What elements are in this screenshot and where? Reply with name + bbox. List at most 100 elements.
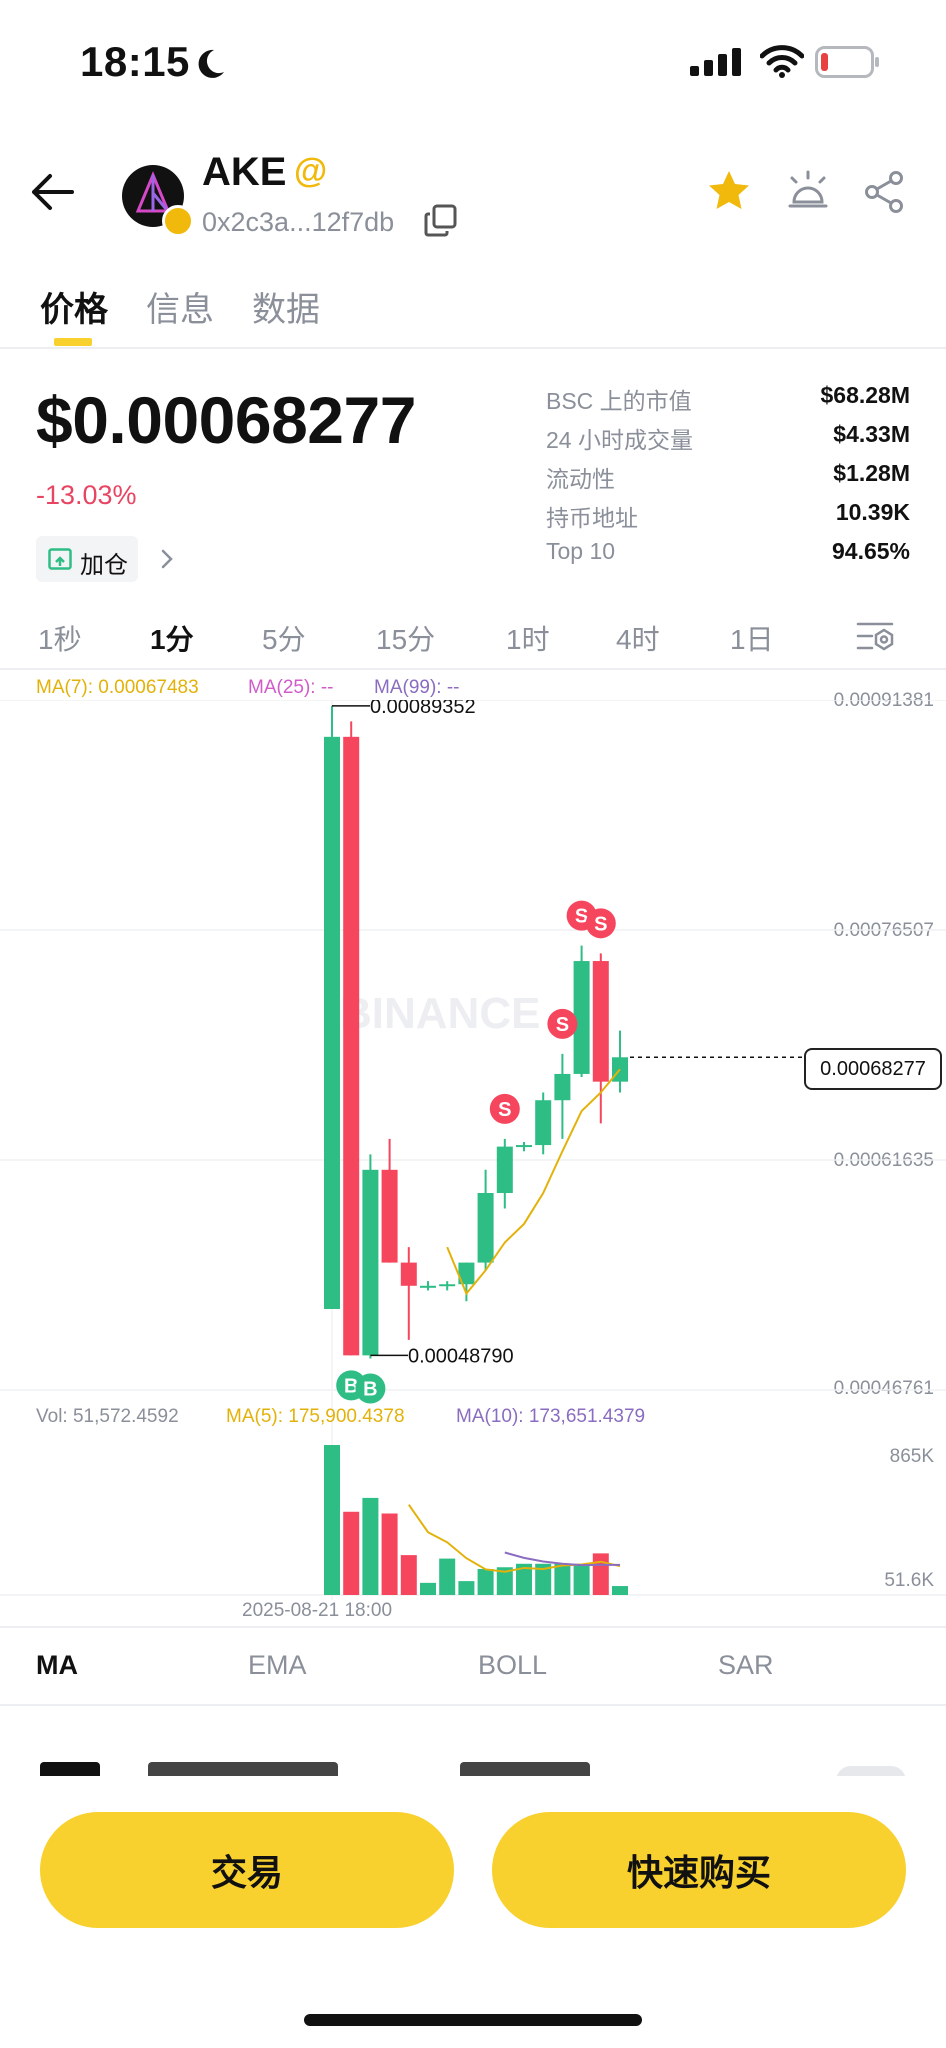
ma25-legend: MA(25): -- — [248, 677, 334, 698]
stat-value-liquidity: $1.28M — [833, 460, 910, 486]
stat-label-holders: 持币地址 — [546, 505, 638, 531]
volume-bar — [420, 1582, 436, 1595]
volume-bar — [612, 1586, 628, 1595]
volume-bar — [324, 1445, 340, 1595]
token-name: AKE — [202, 150, 287, 194]
candle-body — [516, 1145, 532, 1148]
chart-top-divider — [0, 668, 946, 670]
candle-body — [420, 1285, 436, 1288]
sell-marker-label: S — [594, 913, 607, 935]
candle-body — [381, 1169, 398, 1263]
candle-body — [573, 961, 590, 1074]
stat-value-top10: 94.65% — [831, 538, 910, 564]
contract-address: 0x2c3a...12f7db — [202, 207, 395, 237]
price-alert-icon[interactable] — [786, 168, 830, 212]
low-price-label: 0.00048790 — [408, 1345, 514, 1367]
high-price-label: 0.00089352 — [370, 700, 476, 718]
candle-body — [400, 1262, 417, 1286]
time-axis-label: 2025-08-21 18:00 — [242, 1600, 393, 1621]
quick-buy-button[interactable]: 快速购买 — [492, 1812, 906, 1928]
stat-value-holders: 10.39K — [835, 499, 910, 525]
volume-bar — [362, 1497, 379, 1595]
candle-body — [343, 736, 360, 1356]
sell-marker-label: S — [498, 1099, 511, 1121]
chart-settings-icon[interactable] — [856, 618, 894, 654]
ma7-legend: MA(7): 0.00067483 — [36, 677, 199, 698]
stat-value-volume: $4.33M — [833, 421, 910, 447]
ma7-line — [446, 1068, 621, 1296]
volume-bar — [573, 1563, 590, 1595]
interval-4h[interactable]: 4时 — [616, 618, 660, 658]
add-position-button[interactable]: 加仓 — [36, 536, 138, 582]
indicator-tab-sar[interactable]: SAR — [718, 1650, 774, 1681]
volume-axis-bottom: 51.6K — [884, 1570, 934, 1591]
status-time: 18:15 — [80, 38, 190, 85]
interval-1m[interactable]: 1分 — [150, 618, 194, 658]
interval-1s[interactable]: 1秒 — [38, 618, 82, 658]
stat-value-market-cap: $68.28M — [820, 382, 910, 408]
buy-marker-label: B — [363, 1378, 377, 1400]
indicator-tab-ma[interactable]: MA — [36, 1650, 78, 1681]
wifi-icon — [760, 45, 804, 78]
stat-label-top10: Top 10 — [546, 538, 616, 564]
tab-indicator — [54, 338, 92, 346]
indicator-divider-top — [0, 1626, 946, 1628]
copy-icon[interactable] — [424, 204, 458, 238]
add-position-label: 加仓 — [80, 552, 128, 579]
battery-icon — [815, 46, 879, 78]
volume-bar — [381, 1513, 398, 1595]
price-change: -13.03% — [36, 480, 137, 510]
tabs-divider — [0, 347, 946, 349]
at-icon[interactable]: @ — [294, 152, 327, 191]
volume-bar — [458, 1581, 475, 1595]
volume-bar — [554, 1563, 571, 1595]
stat-label-market-cap: BSC 上的市值 — [546, 388, 692, 414]
volume-bar — [439, 1558, 456, 1595]
cellular-signal-icon — [690, 48, 741, 76]
volume-bar — [592, 1553, 609, 1595]
candlestick-chart[interactable]: BINANCE B BSSS S 0.000893520.00048790 — [0, 700, 946, 1600]
candle-body — [535, 1100, 552, 1146]
volume-ma10-legend: MA(10): 173,651.4379 — [456, 1406, 646, 1427]
volume-legend: Vol: 51,572.4592 — [36, 1406, 179, 1427]
home-indicator — [304, 2014, 642, 2026]
volume-bar — [343, 1511, 360, 1595]
volume-ma5-legend: MA(5): 175,900.4378 — [226, 1406, 405, 1427]
candle-body — [324, 736, 340, 1309]
indicator-tab-boll[interactable]: BOLL — [478, 1650, 547, 1681]
share-icon[interactable] — [862, 170, 906, 214]
star-icon[interactable] — [706, 168, 752, 214]
volume-axis-top: 865K — [889, 1446, 934, 1467]
bsc-chain-badge-icon — [162, 205, 194, 237]
candle-body — [477, 1193, 494, 1263]
current-price: $0.00068277 — [36, 383, 416, 457]
stat-label-liquidity: 流动性 — [546, 466, 615, 492]
candle-body — [554, 1073, 571, 1101]
tab-info[interactable]: 信息 — [146, 282, 214, 331]
indicator-tab-ema[interactable]: EMA — [248, 1650, 307, 1681]
stat-label-volume: 24 小时成交量 — [546, 427, 693, 453]
tab-price[interactable]: 价格 — [40, 282, 108, 331]
trade-button[interactable]: 交易 — [40, 1812, 454, 1928]
interval-5m[interactable]: 5分 — [262, 618, 306, 658]
tab-data[interactable]: 数据 — [252, 282, 320, 331]
sell-marker-label: S — [556, 1014, 569, 1036]
moon-icon — [198, 49, 224, 78]
candle-body — [496, 1146, 513, 1194]
interval-1h[interactable]: 1时 — [506, 618, 550, 658]
chevron-right-icon[interactable] — [158, 546, 176, 572]
ma99-legend: MA(99): -- — [374, 677, 460, 698]
interval-1d[interactable]: 1日 — [730, 618, 774, 658]
candle-body — [439, 1284, 456, 1287]
indicator-divider-bottom — [0, 1704, 946, 1706]
volume-bar — [477, 1568, 494, 1595]
interval-15m[interactable]: 15分 — [376, 618, 435, 658]
current-price-tag: 0.00068277 — [804, 1048, 942, 1090]
volume-bar — [400, 1555, 417, 1595]
add-position-icon — [48, 548, 72, 570]
back-arrow-icon[interactable] — [30, 172, 76, 212]
partially-hidden-row — [0, 1758, 946, 1776]
binance-watermark: BINANCE — [340, 989, 540, 1038]
candle-body — [362, 1169, 379, 1356]
candle-body — [592, 961, 609, 1082]
